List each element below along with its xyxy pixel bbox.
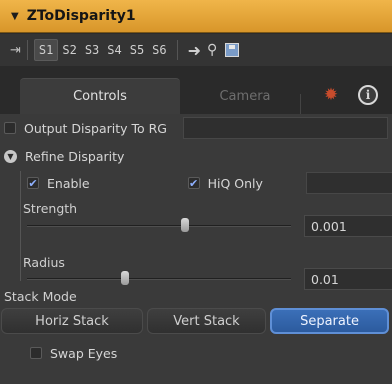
enable-checkbox[interactable]	[27, 177, 39, 189]
strength-slider-handle[interactable]	[181, 218, 190, 232]
strength-label: Strength	[23, 201, 78, 216]
stack-mode-label: Stack Mode	[4, 289, 77, 304]
radius-value-field[interactable]: 0.01	[304, 268, 392, 290]
slot-s2-button[interactable]: S2	[58, 40, 80, 60]
output-disparity-checkbox[interactable]	[4, 122, 16, 134]
gear-icon[interactable]: ✹	[322, 86, 340, 104]
save-icon[interactable]	[225, 43, 240, 57]
horiz-stack-button[interactable]: Horiz Stack	[1, 308, 143, 334]
pin-icon[interactable]: ⚲	[207, 42, 217, 58]
hiq-only-checkbox[interactable]	[187, 177, 200, 189]
radius-label: Radius	[23, 255, 65, 270]
collapse-triangle-icon[interactable]: ▼	[11, 11, 19, 22]
slot-s4-button[interactable]: S4	[103, 40, 125, 60]
swap-eyes-row: Swap Eyes	[0, 340, 392, 366]
refine-disparity-label: Refine Disparity	[25, 148, 125, 164]
strength-value-field[interactable]: 0.001	[304, 215, 392, 237]
refine-disparity-row[interactable]: ▼ Refine Disparity	[0, 142, 392, 170]
vert-stack-button[interactable]: Vert Stack	[147, 308, 266, 334]
slot-s1-button[interactable]: S1	[33, 39, 59, 61]
strength-slider-track[interactable]	[27, 225, 291, 227]
node-title: ZToDisparity1	[26, 8, 136, 24]
output-disparity-field	[183, 117, 388, 139]
swap-eyes-checkbox[interactable]	[30, 347, 42, 359]
slot-s3-button[interactable]: S3	[81, 40, 103, 60]
expand-chevron-icon[interactable]: ▼	[4, 149, 17, 163]
arrow-icon[interactable]: ➜	[188, 41, 201, 60]
tab-bar: Controls Camera ✹ i	[0, 66, 392, 114]
slot-s6-button[interactable]: S6	[148, 40, 170, 60]
node-title-bar[interactable]: ▼ ZToDisparity1	[0, 0, 392, 33]
controls-panel: Output Disparity To RG ▼ Refine Disparit…	[0, 114, 392, 384]
radius-slider-track[interactable]	[27, 278, 291, 280]
separate-button[interactable]: Separate	[270, 308, 389, 334]
version-bar: ⇥ S1 S2 S3 S4 S5 S6 ➜ ⚲	[0, 34, 392, 66]
tab-controls[interactable]: Controls	[20, 78, 180, 114]
output-disparity-label: Output Disparity To RG	[24, 120, 167, 136]
info-icon[interactable]: i	[358, 85, 378, 105]
hiq-only-label: HiQ Only	[207, 175, 263, 191]
refine-disparity-group: Enable HiQ Only Strength 0.001 Radius 0.…	[20, 171, 392, 290]
tab-camera[interactable]: Camera	[185, 78, 305, 114]
slot-s5-button[interactable]: S5	[126, 40, 148, 60]
version-toggle-icon[interactable]: ⇥	[10, 43, 21, 58]
radius-slider-handle[interactable]	[120, 271, 129, 285]
enable-label: Enable	[47, 175, 90, 191]
swap-eyes-label: Swap Eyes	[50, 345, 118, 361]
enable-field	[306, 172, 392, 194]
